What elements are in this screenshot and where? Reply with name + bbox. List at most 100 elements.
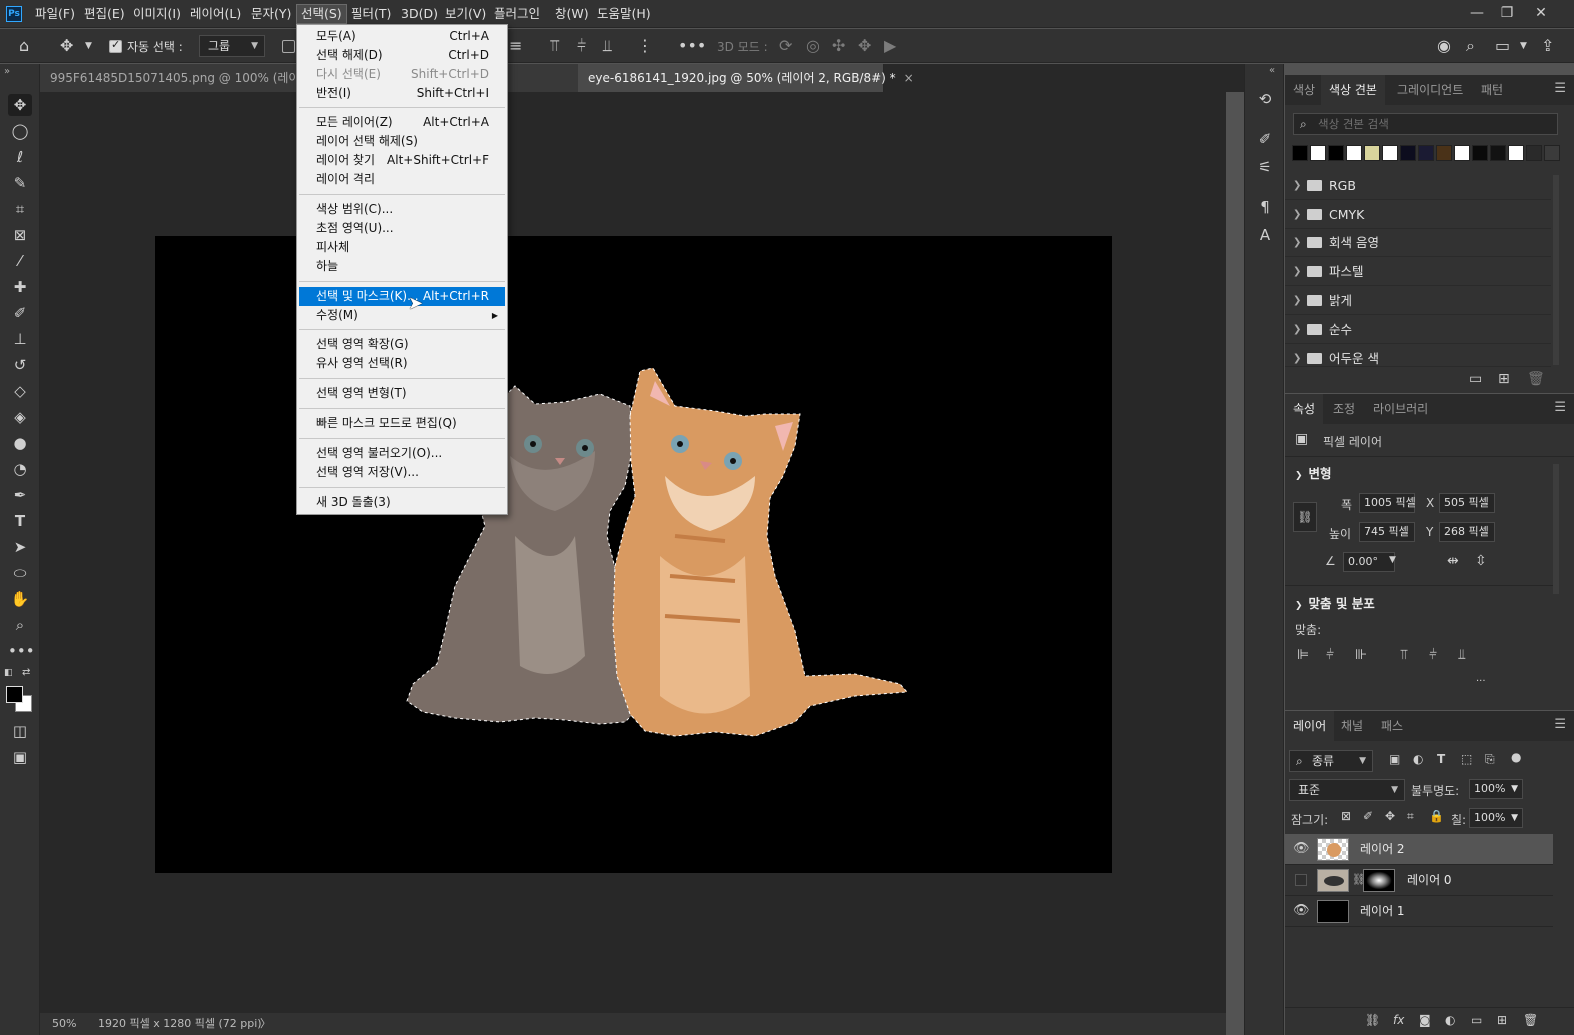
color-swatch[interactable] xyxy=(1328,145,1344,161)
menu-item-save-selection[interactable]: 선택 영역 저장(V)... xyxy=(299,463,505,482)
color-swatch[interactable] xyxy=(1292,145,1308,161)
link-layers-icon[interactable]: ⛓ xyxy=(1365,1013,1380,1027)
minimize-button[interactable]: — xyxy=(1462,0,1492,28)
color-swatch[interactable] xyxy=(1346,145,1362,161)
tab-paths[interactable]: 패스 xyxy=(1373,711,1411,741)
new-adjustment-layer-icon[interactable]: ◐ xyxy=(1445,1013,1455,1027)
menu-item-all[interactable]: 모두(A) Ctrl+A xyxy=(299,27,505,46)
menu-layer[interactable]: 레이어(L) xyxy=(186,4,245,24)
swatch-group-pastel[interactable]: ❯ 파스텔 xyxy=(1285,258,1551,286)
new-swatch-icon[interactable]: ⊞ xyxy=(1498,371,1510,387)
menu-item-transform-selection[interactable]: 선택 영역 변형(T) xyxy=(299,384,505,403)
filter-smart-object-icon[interactable]: ⎘ xyxy=(1485,752,1495,767)
layer-name[interactable]: 레이어 1 xyxy=(1360,896,1405,927)
tab-properties[interactable]: 속성 xyxy=(1285,394,1324,424)
align-bottom-icon[interactable]: ⫫ xyxy=(603,36,612,56)
align-icon[interactable]: ≡ xyxy=(509,36,522,55)
tab-libraries[interactable]: 라이브러리 xyxy=(1365,394,1436,424)
healing-brush-tool-icon[interactable]: ✚ xyxy=(8,276,32,298)
filter-type-icon[interactable]: T xyxy=(1437,752,1445,766)
more-options-icon[interactable]: ••• xyxy=(678,36,706,55)
color-swatch[interactable] xyxy=(1400,145,1416,161)
align-horizontal-centers-icon[interactable]: ⫩ xyxy=(1326,647,1334,663)
height-field[interactable]: 745 픽셀 xyxy=(1359,522,1415,542)
menu-item-sky[interactable]: 하늘 xyxy=(299,257,505,276)
lock-all-icon[interactable]: 🔒 xyxy=(1429,809,1444,823)
menu-item-find-layers[interactable]: 레이어 찾기 Alt+Shift+Ctrl+F xyxy=(299,151,505,170)
transform-section-header[interactable]: ❯ 변형 xyxy=(1295,463,1332,482)
color-swatch[interactable] xyxy=(1472,145,1488,161)
menu-type[interactable]: 문자(Y) xyxy=(247,4,295,24)
paint-bucket-tool-icon[interactable]: ◈ xyxy=(8,406,32,428)
swatches-scrollbar[interactable] xyxy=(1553,175,1559,365)
lock-position-icon[interactable]: ✥ xyxy=(1385,809,1395,823)
menu-item-color-range[interactable]: 색상 범위(C)... xyxy=(299,200,505,219)
more-align-options[interactable]: ··· xyxy=(1476,676,1486,687)
flip-vertical-icon[interactable]: ⇳ xyxy=(1475,553,1487,569)
color-swatch[interactable] xyxy=(1508,145,1524,161)
color-swatch[interactable] xyxy=(1544,145,1560,161)
edit-toolbar-icon[interactable]: ••• xyxy=(8,640,35,662)
tab-layers[interactable]: 레이어 xyxy=(1285,711,1335,741)
visibility-eye-icon[interactable]: 👁 xyxy=(1293,841,1310,856)
blend-mode-dropdown[interactable]: 표준 ▼ xyxy=(1289,779,1405,801)
tab-swatches[interactable]: 색상 견본 xyxy=(1321,75,1385,105)
menu-edit[interactable]: 편집(E) xyxy=(80,4,129,24)
lock-transparent-pixels-icon[interactable]: ⊠ xyxy=(1341,809,1351,823)
tab-document-2[interactable]: eye-6186141_1920.jpg @ 50% (레이어 2, RGB/8… xyxy=(578,64,914,92)
properties-scrollbar[interactable] xyxy=(1553,464,1559,594)
distribute-icon[interactable]: ⋮ xyxy=(637,36,653,55)
align-vertical-centers-icon[interactable]: ⫩ xyxy=(1429,647,1437,663)
menu-item-deselect-layers[interactable]: 레이어 선택 해제(S) xyxy=(299,132,505,151)
new-layer-icon[interactable]: ⊞ xyxy=(1497,1013,1507,1027)
swatch-group-rgb[interactable]: ❯ RGB xyxy=(1285,172,1551,200)
menu-plugins[interactable]: 플러그인 xyxy=(490,4,544,24)
tab-color[interactable]: 색상 xyxy=(1285,75,1323,105)
x-field[interactable]: 505 픽셀 xyxy=(1439,493,1495,513)
panel-menu-icon[interactable]: ☰ xyxy=(1554,81,1566,96)
3d-slide-icon[interactable]: ✥ xyxy=(858,36,871,55)
tab-gradients[interactable]: 그레이디언트 xyxy=(1389,75,1471,105)
frame-tool-icon[interactable]: ⊠ xyxy=(8,224,32,246)
adjustments-icon[interactable]: ⚟ xyxy=(1254,156,1276,178)
ellipse-tool-icon[interactable]: ⬭ xyxy=(8,562,32,584)
screen-mode-icon[interactable]: ▣ xyxy=(8,746,32,768)
layer-name[interactable]: 레이어 2 xyxy=(1360,834,1405,865)
link-icon[interactable]: ⛓ xyxy=(1293,502,1317,532)
menu-image[interactable]: 이미지(I) xyxy=(129,4,185,24)
close-icon[interactable]: × xyxy=(904,71,914,85)
brush-tool-icon[interactable]: ✐ xyxy=(8,302,32,324)
3d-camera-icon[interactable]: ▶ xyxy=(884,36,896,55)
quick-selection-tool-icon[interactable]: ✎ xyxy=(8,172,32,194)
swatch-group-cmyk[interactable]: ❯ CMYK xyxy=(1285,201,1551,229)
menu-item-focus-area[interactable]: 초점 영역(U)... xyxy=(299,219,505,238)
panel-menu-icon[interactable]: ☰ xyxy=(1554,400,1566,415)
collapse-panels-icon[interactable]: « xyxy=(1269,65,1275,76)
move-tool-icon[interactable]: ✥ xyxy=(8,94,32,116)
history-brush-tool-icon[interactable]: ↺ xyxy=(8,354,32,376)
align-bottom-edges-icon[interactable]: ⫫ xyxy=(1458,647,1466,663)
transform-controls-checkbox[interactable] xyxy=(282,40,295,53)
chevron-down-icon[interactable]: ▼ xyxy=(1389,555,1396,565)
menu-item-new-3d-extrusion[interactable]: 새 3D 돌출(3) xyxy=(299,493,505,512)
flip-horizontal-icon[interactable]: ⇹ xyxy=(1447,553,1459,569)
layer-row-0[interactable]: ⛓ 레이어 0 xyxy=(1285,865,1553,896)
default-colors-icon[interactable]: ◧ xyxy=(4,668,13,678)
crop-tool-icon[interactable]: ⌗ xyxy=(8,198,32,220)
menu-3d[interactable]: 3D(D) xyxy=(397,4,442,24)
3d-orbit-icon[interactable]: ⟳ xyxy=(779,36,792,55)
lock-image-pixels-icon[interactable]: ✐ xyxy=(1363,809,1373,823)
visibility-eye-icon[interactable]: 👁 xyxy=(1293,903,1310,918)
dodge-tool-icon[interactable]: ◔ xyxy=(8,458,32,480)
paragraph-icon[interactable]: ¶ xyxy=(1254,196,1276,218)
filter-shape-icon[interactable]: ⬚ xyxy=(1461,752,1472,766)
filter-toggle-icon[interactable]: ● xyxy=(1511,750,1521,764)
filter-pixel-icon[interactable]: ▣ xyxy=(1389,752,1400,766)
swatch-group-dark[interactable]: ❯ 어두운 색 xyxy=(1285,345,1551,367)
menu-item-grow[interactable]: 선택 영역 확장(G) xyxy=(299,335,505,354)
layer-row-2[interactable]: 👁 레이어 2 xyxy=(1285,834,1553,865)
close-window-button[interactable]: ✕ xyxy=(1526,0,1556,28)
workspace-icon[interactable]: ▭ xyxy=(1495,36,1510,55)
marquee-tool-icon[interactable]: ◯ xyxy=(8,120,32,142)
swatch-group-pure[interactable]: ❯ 순수 xyxy=(1285,316,1551,344)
